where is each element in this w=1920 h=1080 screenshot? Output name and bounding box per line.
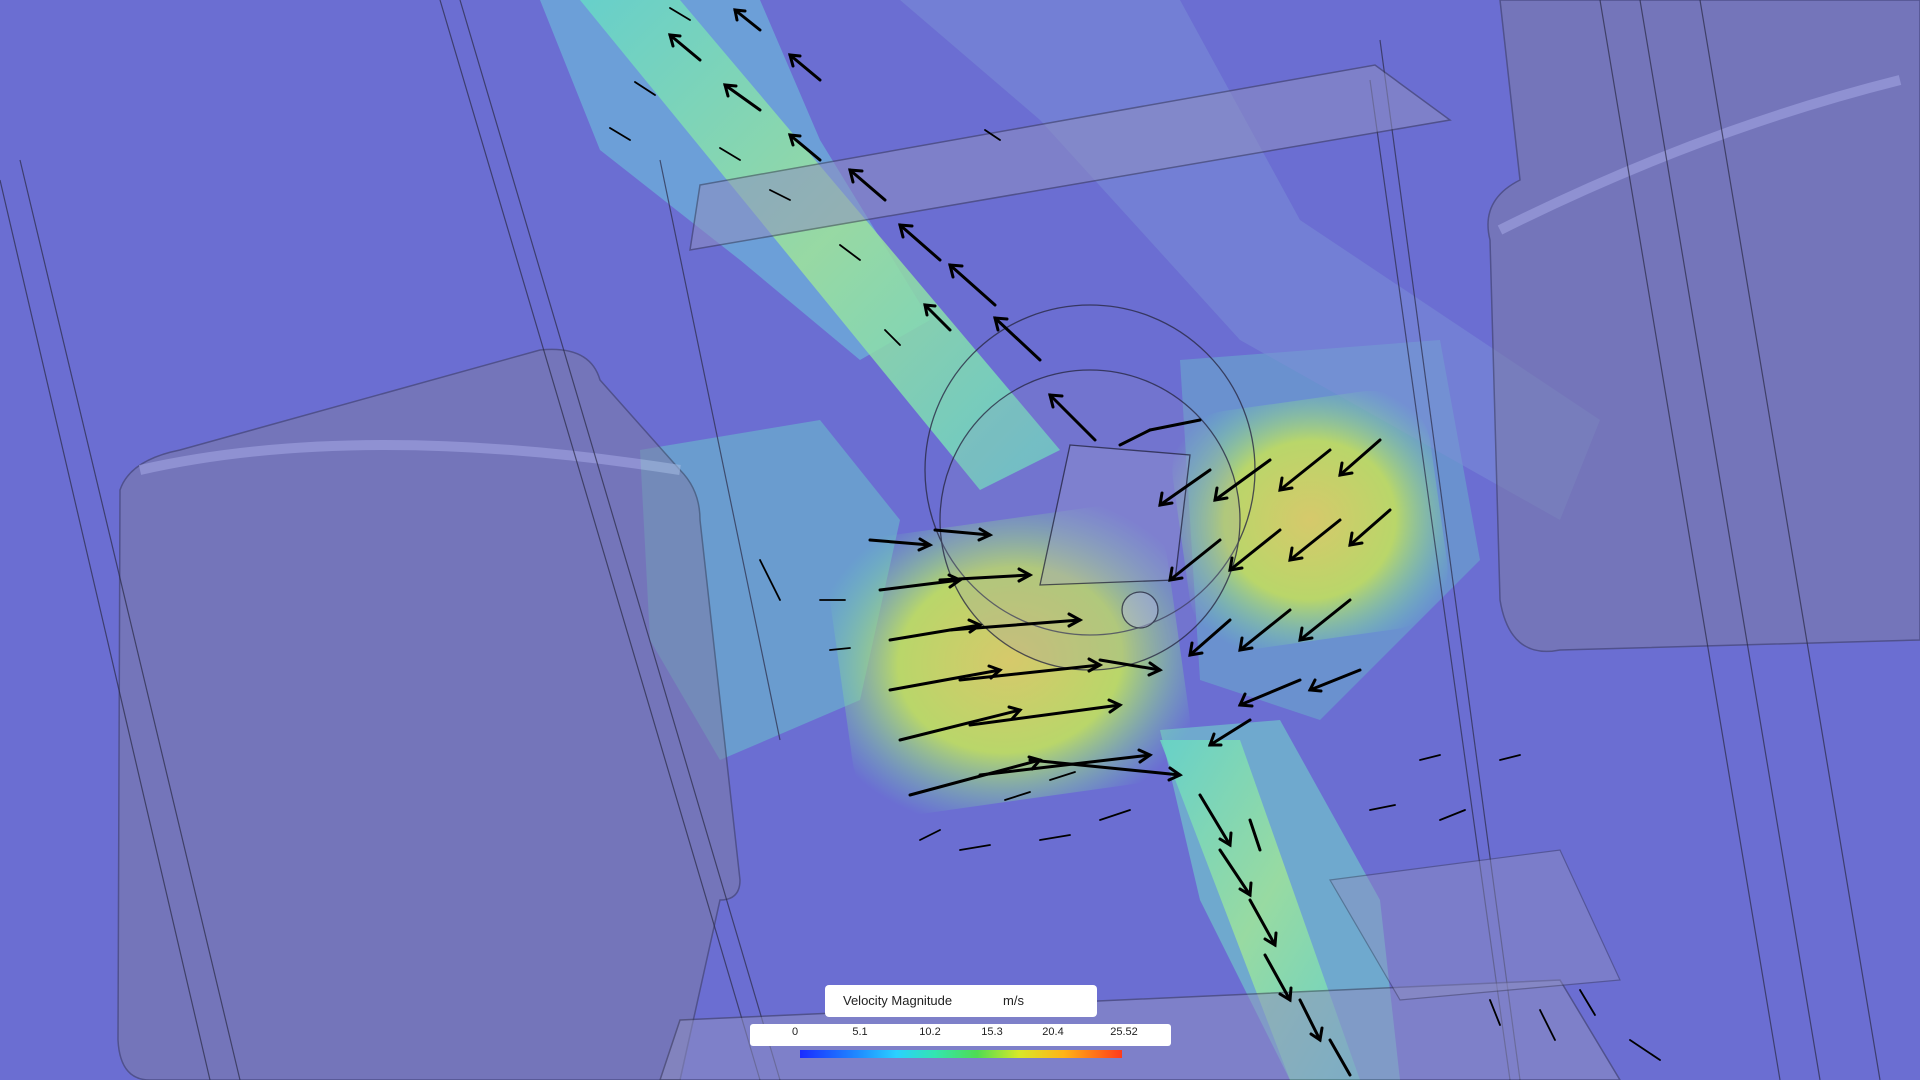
simulation-viewport[interactable]: Velocity Magnitude m/s 0 5.1 10.2 15.3 2… [0, 0, 1920, 1080]
legend-title: Velocity Magnitude [843, 993, 953, 1008]
legend-tick: 5.1 [852, 1026, 868, 1038]
legend-unit: m/s [1003, 993, 1024, 1008]
legend-tick: 0 [791, 1026, 799, 1038]
velocity-field-scene[interactable] [0, 0, 1920, 1080]
legend-tick: 20.4 [1042, 1026, 1064, 1038]
color-legend: 0 5.1 10.2 15.3 20.4 25.52 [750, 1024, 1171, 1058]
legend-tick: 10.2 [919, 1026, 941, 1038]
color-scale-bar [800, 1050, 1122, 1058]
left-body [117, 348, 741, 1080]
right-body [1487, 0, 1920, 653]
legend-tick: 15.3 [981, 1026, 1003, 1038]
legend-ticks: 0 5.1 10.2 15.3 20.4 25.52 [750, 1026, 1171, 1040]
legend-title-box: Velocity Magnitude m/s [825, 985, 1097, 1017]
legend-tick: 25.52 [1110, 1026, 1138, 1038]
